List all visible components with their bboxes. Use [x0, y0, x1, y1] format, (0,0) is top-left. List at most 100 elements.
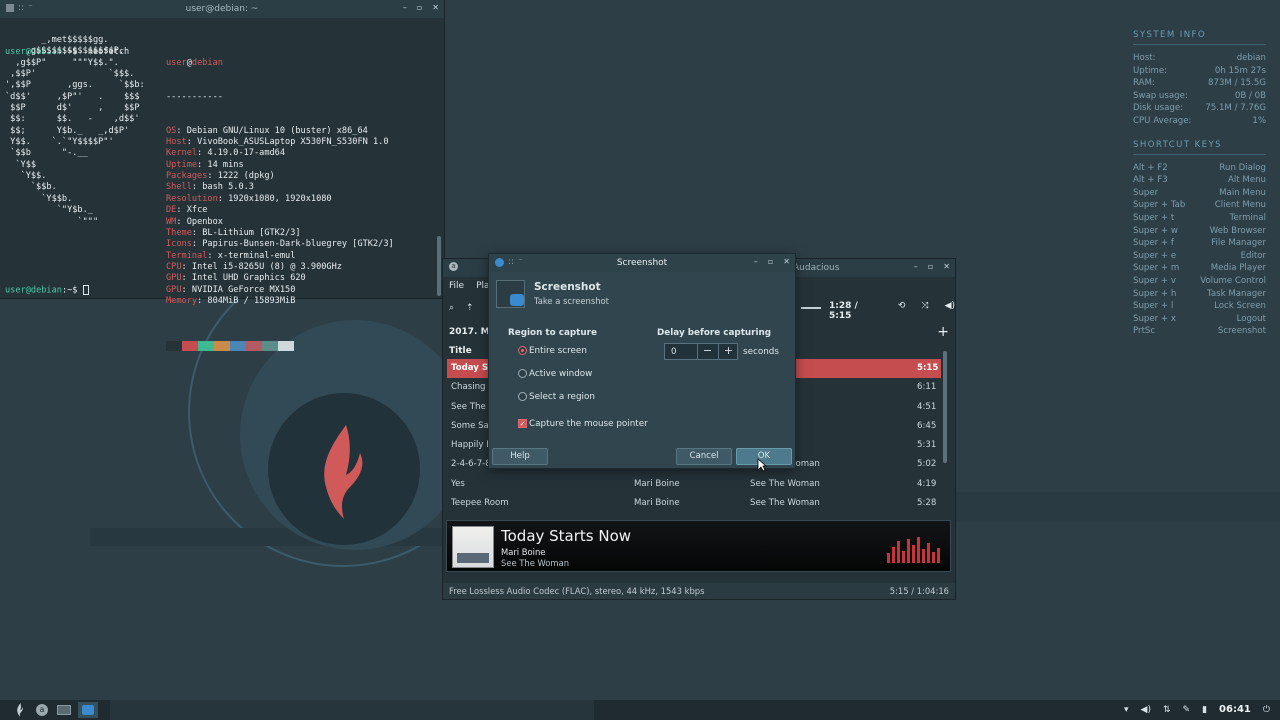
- info-value: Papirus-Bunsen-Dark-bluegrey [GTK2/3]: [202, 239, 394, 250]
- conky-value: Editor: [1240, 250, 1266, 261]
- volume-icon[interactable]: ◀): [945, 301, 955, 321]
- power-icon[interactable]: ⏻: [1263, 705, 1270, 715]
- decrement-button[interactable]: −: [697, 344, 717, 359]
- clock[interactable]: 06:41: [1219, 704, 1251, 715]
- conky-value: 75.1M / 7.76G: [1205, 103, 1266, 114]
- prompt-line[interactable]: user@debian:~$: [5, 285, 89, 296]
- dialog-subheading: Take a screenshot: [534, 296, 609, 306]
- delay-unit: seconds: [743, 347, 779, 357]
- add-playlist-icon[interactable]: +: [937, 324, 949, 340]
- minimize-icon[interactable]: –: [754, 257, 758, 266]
- close-icon[interactable]: ✕: [783, 257, 790, 266]
- ascii-line: ,$$P' `$$$.: [5, 69, 135, 80]
- conky-value: Media Player: [1210, 263, 1266, 274]
- menu-flame-icon[interactable]: [12, 702, 28, 718]
- info-line: GPU: Intel UHD Graphics 620: [166, 273, 306, 284]
- radio-select-region[interactable]: [518, 392, 527, 401]
- shade-icon[interactable]: ⁻: [28, 3, 33, 13]
- screenshot-dialog[interactable]: :: ⁻ Screenshot – ▫ ✕ Screenshot Take a …: [489, 254, 795, 468]
- conky-value: Run Dialog: [1219, 162, 1266, 173]
- help-button[interactable]: Help: [492, 448, 548, 465]
- open-icon[interactable]: ⇡: [466, 303, 474, 313]
- tray-volume-icon[interactable]: ◀): [1141, 705, 1151, 715]
- taskbar: a ▾ ◀) ⇅ ✎ ▮ 06:41 ⏻: [0, 700, 1280, 720]
- ascii-line: ,g$$P" """Y$$.".: [5, 57, 119, 68]
- screenshot-titlebar[interactable]: :: ⁻ Screenshot – ▫ ✕: [489, 254, 795, 272]
- conky-row: Super + f File Manager: [1133, 237, 1266, 250]
- maximize-icon[interactable]: ▫: [417, 3, 422, 12]
- playlist-len: 6:45: [917, 420, 937, 431]
- conky-key: Super: [1133, 187, 1159, 198]
- info-key: Shell: [166, 182, 192, 193]
- maximize-icon[interactable]: ▫: [928, 262, 933, 271]
- minimize-icon[interactable]: –: [403, 3, 407, 12]
- info-line: Host: VivoBook_ASUSLaptop X530FN_S530FN …: [166, 137, 389, 148]
- minimize-icon[interactable]: –: [914, 262, 918, 271]
- palette-swatch: [198, 340, 214, 351]
- shortcut-keys-list: Alt + F2 Run Dialog Alt + F3 Alt Menu Super M…: [1133, 162, 1266, 338]
- conky-key: Super + e: [1133, 250, 1177, 261]
- terminal-title: user@debian: ~: [185, 4, 259, 14]
- tray-network-icon[interactable]: ⇅: [1163, 705, 1171, 715]
- option-active-window[interactable]: Active window: [529, 369, 592, 379]
- info-key: Theme: [166, 227, 192, 238]
- conky-row: Super + x Logout: [1133, 313, 1266, 326]
- info-value: bash 5.0.3: [202, 182, 254, 193]
- playlist-title: See The V: [451, 401, 495, 412]
- search-icon[interactable]: ⌕: [449, 303, 454, 313]
- menu-file[interactable]: File: [449, 281, 464, 291]
- tray-clipboard-icon[interactable]: ✎: [1183, 705, 1191, 715]
- playlist-row[interactable]: Yes Mari Boine See The Woman 4:19: [447, 475, 941, 494]
- playlist-len: 4:19: [917, 478, 937, 489]
- playlist-len: 5:02: [917, 459, 937, 470]
- close-icon[interactable]: ✕: [432, 3, 439, 12]
- palette-swatch: [182, 340, 198, 351]
- terminal-task-icon[interactable]: [56, 702, 72, 718]
- info-value: 1222 (dpkg): [217, 171, 275, 182]
- playlist-title: Today St: [451, 363, 493, 373]
- taskbar-window-list[interactable]: [110, 700, 594, 720]
- option-entire-screen[interactable]: Entire screen: [529, 346, 587, 356]
- info-value: Openbox: [186, 216, 223, 227]
- pointer-label[interactable]: Capture the mouse pointer: [529, 419, 648, 429]
- playlist-album: See The Woman: [750, 478, 820, 489]
- playlist-len: 5:15: [917, 363, 939, 373]
- repeat-icon[interactable]: ⟲: [898, 301, 906, 321]
- grip-icon: ::: [18, 3, 25, 13]
- shuffle-icon[interactable]: ⤨: [921, 301, 928, 321]
- increment-button[interactable]: +: [718, 344, 738, 359]
- shade-icon[interactable]: ⁻: [518, 257, 523, 267]
- option-select-region[interactable]: Select a region: [529, 392, 595, 402]
- tray-battery-icon[interactable]: ▮: [1202, 705, 1207, 715]
- radio-active-window[interactable]: [518, 369, 527, 378]
- palette-swatch: [278, 340, 294, 351]
- screenshot-task-icon[interactable]: [78, 702, 98, 718]
- audacious-task-icon[interactable]: a: [34, 702, 50, 718]
- seek-bar[interactable]: [801, 307, 821, 309]
- info-value: Intel UHD Graphics 620: [191, 273, 306, 284]
- conky-row: Super + l Lock Screen: [1133, 300, 1266, 313]
- tray-expand-icon[interactable]: ▾: [1124, 705, 1129, 715]
- delay-value: 0: [671, 347, 677, 357]
- conky-key: Host:: [1133, 53, 1156, 63]
- pointer-checkbox[interactable]: ✓: [518, 419, 527, 428]
- now-playing-artist: Mari Boine: [501, 547, 546, 557]
- radio-entire-screen[interactable]: [518, 346, 527, 355]
- terminal-titlebar[interactable]: :: ⁻ user@debian: ~ – ▫ ✕: [0, 0, 444, 18]
- playlist-row[interactable]: Teepee Room Mari Boine See The Woman 5:28: [447, 494, 941, 513]
- ascii-line: ',$$P ,ggs. `$$b:: [5, 80, 145, 91]
- cursor-icon: [82, 285, 89, 295]
- close-icon[interactable]: ✕: [943, 262, 950, 271]
- info-line: OS: Debian GNU/Linux 10 (buster) x86_64: [166, 125, 368, 136]
- wallpaper-band-right: [950, 492, 1280, 522]
- terminal-scrollbar[interactable]: [437, 236, 441, 296]
- maximize-icon[interactable]: ▫: [768, 257, 773, 266]
- terminal-window[interactable]: :: ⁻ user@debian: ~ – ▫ ✕ user@debian:~$…: [0, 0, 444, 351]
- playlist-scrollbar[interactable]: [943, 351, 947, 463]
- visualizer-bar: [932, 552, 935, 563]
- info-key: Resolution: [166, 193, 218, 204]
- visualizer: [887, 521, 947, 571]
- conky-key: Super + l: [1133, 301, 1174, 312]
- cancel-button[interactable]: Cancel: [676, 448, 732, 465]
- delay-spinbox[interactable]: 0 − +: [664, 343, 738, 360]
